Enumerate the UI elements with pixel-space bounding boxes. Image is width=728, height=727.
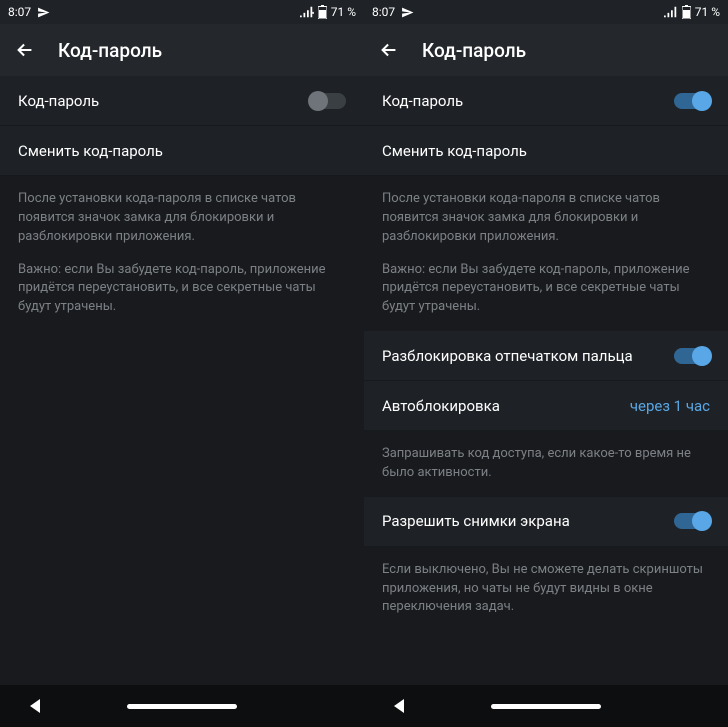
- nav-bar: [0, 685, 364, 727]
- page-title: Код-пароль: [422, 39, 526, 62]
- nav-home-pill[interactable]: [491, 704, 601, 709]
- app-bar: Код-пароль: [0, 24, 364, 76]
- page-title: Код-пароль: [58, 39, 162, 62]
- back-button[interactable]: [378, 39, 400, 61]
- passcode-toggle[interactable]: [310, 93, 346, 109]
- phone-left: 8:07 71 % Код-пароль Код-пароль Сменить …: [0, 0, 364, 727]
- battery-icon: [682, 5, 691, 19]
- status-bar: 8:07 71 %: [0, 0, 364, 24]
- status-bar: 8:07 71 %: [364, 0, 728, 24]
- battery-icon: [318, 5, 327, 19]
- status-time: 8:07: [8, 5, 31, 19]
- change-passcode-row[interactable]: Сменить код-пароль: [364, 126, 728, 176]
- phone-right: 8:07 71 % Код-пароль Код-пароль Сменить …: [364, 0, 728, 727]
- screenshots-hint: Если выключено, Вы не сможете делать скр…: [364, 547, 728, 632]
- autolock-row[interactable]: Автоблокировка через 1 час: [364, 381, 728, 431]
- autolock-label: Автоблокировка: [382, 397, 500, 415]
- passcode-row[interactable]: Код-пароль: [364, 76, 728, 126]
- nav-back-button[interactable]: [394, 699, 404, 713]
- fingerprint-row[interactable]: Разблокировка отпечатком пальца: [364, 331, 728, 381]
- signal-icon: [664, 6, 678, 18]
- telegram-icon: [401, 6, 414, 19]
- passcode-info: После установки кода-пароля в списке чат…: [0, 176, 364, 331]
- status-battery: 71 %: [695, 5, 720, 19]
- status-time: 8:07: [372, 5, 395, 19]
- passcode-label: Код-пароль: [382, 92, 463, 110]
- screenshots-row[interactable]: Разрешить снимки экрана: [364, 497, 728, 547]
- content: Код-пароль Сменить код-пароль После уста…: [0, 76, 364, 685]
- telegram-icon: [37, 6, 50, 19]
- autolock-hint: Запрашивать код доступа, если какое-то в…: [364, 431, 728, 497]
- nav-home-pill[interactable]: [127, 704, 237, 709]
- fingerprint-toggle[interactable]: [674, 348, 710, 364]
- passcode-toggle[interactable]: [674, 93, 710, 109]
- screenshots-label: Разрешить снимки экрана: [382, 512, 570, 530]
- nav-bar: [364, 685, 728, 727]
- status-battery: 71 %: [331, 5, 356, 19]
- autolock-value: через 1 час: [630, 397, 710, 415]
- change-passcode-label: Сменить код-пароль: [18, 142, 163, 160]
- passcode-row[interactable]: Код-пароль: [0, 76, 364, 126]
- passcode-label: Код-пароль: [18, 92, 99, 110]
- content: Код-пароль Сменить код-пароль После уста…: [364, 76, 728, 685]
- signal-icon: [300, 6, 314, 18]
- change-passcode-label: Сменить код-пароль: [382, 142, 527, 160]
- passcode-info: После установки кода-пароля в списке чат…: [364, 176, 728, 331]
- app-bar: Код-пароль: [364, 24, 728, 76]
- fingerprint-label: Разблокировка отпечатком пальца: [382, 347, 633, 365]
- back-button[interactable]: [14, 39, 36, 61]
- change-passcode-row[interactable]: Сменить код-пароль: [0, 126, 364, 176]
- screenshots-toggle[interactable]: [674, 513, 710, 529]
- nav-back-button[interactable]: [30, 699, 40, 713]
